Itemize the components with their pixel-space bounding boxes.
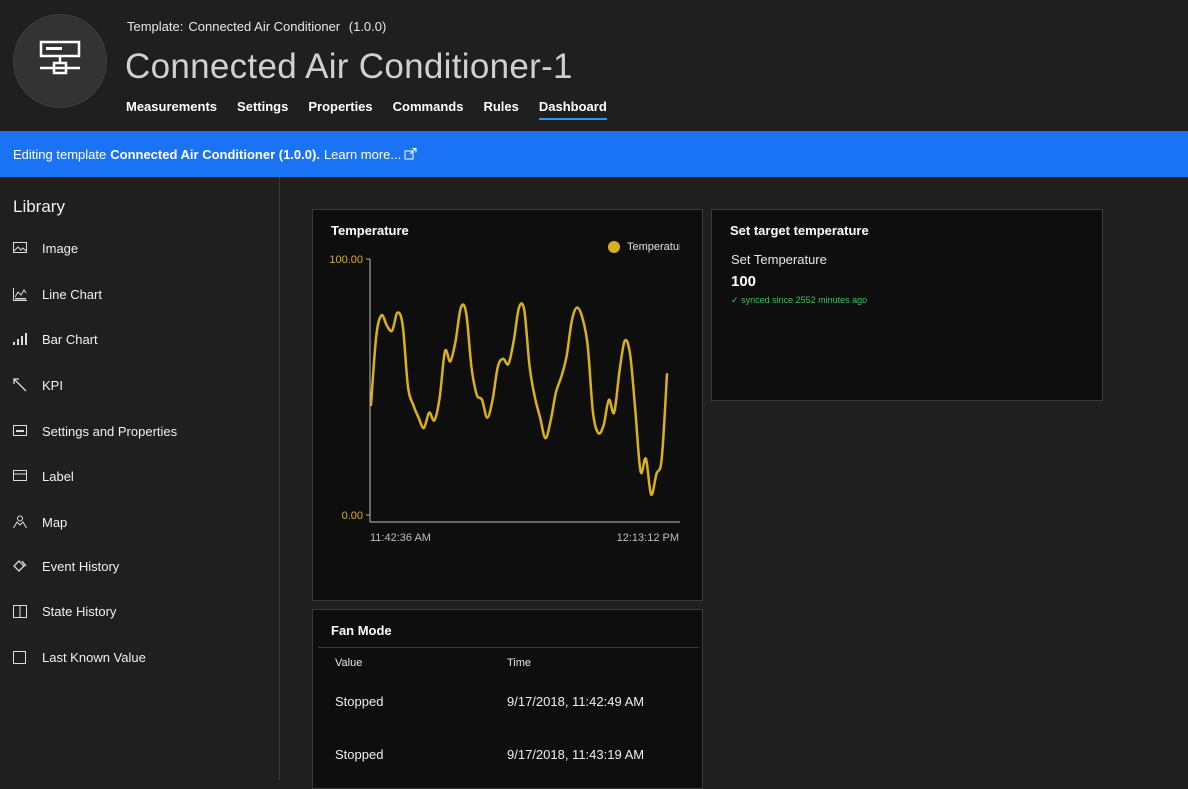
tile-title: Temperature: [331, 223, 409, 238]
column-header-value: Value: [335, 657, 363, 669]
library-item-label: Line Chart: [42, 286, 102, 302]
sync-status-text: synced since 2552 minutes ago: [741, 295, 868, 305]
series-line-temperature: [369, 302, 669, 496]
template-version: (1.0.0): [348, 19, 387, 34]
fan-mode-tile[interactable]: Fan Mode Value Time Stopped 9/17/2018, 1…: [312, 609, 703, 789]
dashboard-canvas: Temperature Temperature 100.000.0011:42:…: [280, 177, 1188, 789]
temperature-chart-tile[interactable]: Temperature Temperature 100.000.0011:42:…: [312, 209, 703, 601]
library-item-label: State History: [42, 603, 117, 619]
library-item-label: Bar Chart: [42, 331, 98, 347]
banner-template-name: Connected Air Conditioner (1.0.0).: [110, 146, 320, 162]
library-item-state-history[interactable]: State History: [12, 601, 116, 621]
library-item-image[interactable]: Image: [12, 238, 78, 258]
device-avatar: [13, 14, 107, 108]
tab-settings[interactable]: Settings: [237, 99, 288, 120]
image-icon: [12, 240, 28, 256]
sync-status: ✓ synced since 2552 minutes ago: [731, 295, 867, 306]
library-item-bar-chart[interactable]: Bar Chart: [12, 329, 98, 349]
page-title: Connected Air Conditioner-1: [125, 47, 573, 86]
bar-chart-icon: [12, 331, 28, 347]
library-item-label: Image: [42, 240, 79, 256]
temperature-line-chart: 100.00 0.00 11:42:36 AM 12:13:12 PM: [329, 254, 680, 544]
label-icon: [12, 468, 28, 484]
column-header-time: Time: [507, 657, 532, 669]
library-item-kpi[interactable]: KPI: [12, 375, 63, 395]
table-cell-value: Stopped: [335, 694, 384, 709]
table-divider: [318, 647, 699, 648]
library-item-label: Map: [42, 514, 68, 530]
library-item-label: Last Known Value: [42, 649, 146, 665]
table-cell-value: Stopped: [335, 747, 384, 762]
tile-title: Set target temperature: [730, 223, 869, 238]
library-item-label: Label: [42, 468, 74, 484]
checkmark-icon: ✓: [731, 295, 739, 305]
settings-properties-icon: [12, 423, 28, 439]
library-item-event-history[interactable]: Event History: [12, 556, 119, 576]
library-item-label: Settings and Properties: [42, 423, 178, 439]
external-link-icon[interactable]: [404, 148, 417, 160]
tab-bar: Measurements Settings Properties Command…: [126, 99, 627, 120]
template-name: Connected Air Conditioner: [188, 19, 341, 34]
last-known-value-icon: [12, 649, 28, 665]
map-icon: [12, 514, 28, 530]
template-prefix: Template:: [127, 19, 184, 34]
library-title: Library: [13, 197, 65, 216]
tab-rules[interactable]: Rules: [483, 99, 518, 120]
setting-value[interactable]: 100: [731, 273, 756, 290]
network-device-icon: [37, 40, 83, 83]
tile-title: Fan Mode: [331, 623, 392, 638]
y-tick-label: 100.00: [329, 254, 363, 266]
learn-more-link[interactable]: Learn more...: [324, 147, 401, 162]
tab-commands[interactable]: Commands: [393, 99, 464, 120]
library-item-settings-properties[interactable]: Settings and Properties: [12, 421, 177, 441]
set-temperature-tile[interactable]: Set target temperature Set Temperature 1…: [711, 209, 1103, 401]
table-cell-time: 9/17/2018, 11:42:49 AM: [507, 694, 645, 709]
tab-dashboard[interactable]: Dashboard: [538, 99, 607, 120]
library-sidebar: Library Image Line Chart Bar Chart KPI S…: [0, 177, 280, 780]
tab-measurements[interactable]: Measurements: [126, 99, 217, 120]
line-chart-icon: [12, 286, 28, 302]
library-item-last-known-value[interactable]: Last Known Value: [12, 647, 146, 667]
x-tick-label: 11:42:36 AM: [370, 532, 431, 544]
library-item-map[interactable]: Map: [12, 512, 67, 532]
event-history-icon: [12, 558, 28, 574]
library-item-label: Event History: [42, 558, 120, 574]
page-header: Template: Connected Air Conditioner (1.0.…: [0, 0, 1188, 131]
setting-label: Set Temperature: [731, 252, 827, 267]
library-item-label-widget[interactable]: Label: [12, 466, 74, 486]
x-tick-label: 12:13:12 PM: [617, 532, 679, 544]
tab-properties[interactable]: Properties: [308, 99, 372, 120]
banner-prefix: Editing template: [13, 146, 107, 162]
library-item-label: KPI: [42, 377, 63, 393]
template-info: Template: Connected Air Conditioner (1.0.…: [127, 19, 391, 34]
state-history-icon: [12, 603, 28, 619]
table-cell-time: 9/17/2018, 11:43:19 AM: [507, 747, 645, 762]
kpi-arrow-icon: [12, 377, 28, 393]
editing-template-banner: Editing template Connected Air Condition…: [0, 131, 1188, 177]
library-item-line-chart[interactable]: Line Chart: [12, 284, 102, 304]
y-tick-label: 0.00: [342, 510, 363, 522]
